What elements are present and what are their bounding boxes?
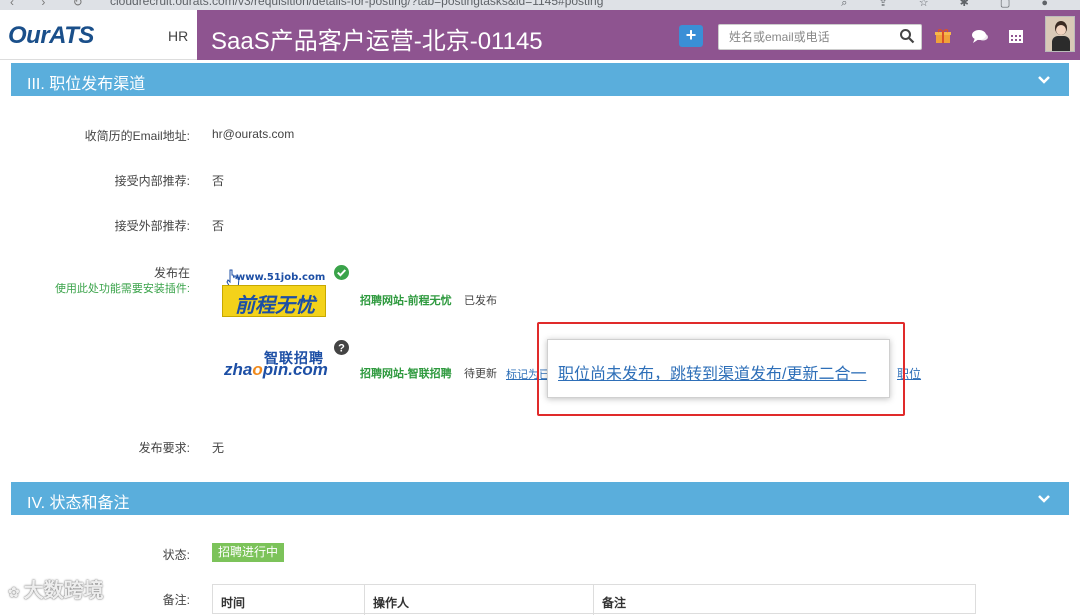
global-search [718,24,922,50]
calendar-icon[interactable] [1007,28,1025,44]
requirement-value: 无 [212,441,225,455]
plugin-required-note[interactable]: 使用此处功能需要安装插件: [55,280,190,296]
search-icon[interactable] [899,28,915,44]
gift-icon[interactable] [934,28,952,44]
check-circle-icon [334,265,349,280]
column-header-operator[interactable]: 操作人 [365,585,594,615]
channel-name-51job: 招聘网站-前程无忧 [360,295,452,307]
zhaopin-logo: 智联招聘 zhaopin.com [224,350,328,379]
channel-name-zhaopin: 招聘网站-智联招聘 [360,368,452,380]
requirement-label: 发布要求: [138,441,190,455]
chevron-down-icon[interactable] [1037,73,1051,87]
email-value: hr@ourats.com [212,127,295,141]
notes-label: 备注: [162,593,190,607]
search-input[interactable] [719,25,889,49]
browser-toolbar-icons[interactable]: ⌕ ⇪ ☆ ✱ ▢ ● [841,0,1062,10]
section-posting-channels-header[interactable]: III. 职位发布渠道 [11,63,1069,96]
external-referral-label: 接受外部推荐: [114,219,190,233]
section-title: IV. 状态和备注 [27,495,130,512]
question-circle-icon[interactable]: ? [334,340,349,355]
column-header-time[interactable]: 时间 [213,585,365,615]
status-label: 状态: [162,548,190,562]
publish-on-label: 发布在 [153,266,190,280]
channel-status-zhaopin: 待更新 [464,368,497,380]
channel-status-51job: 已发布 [464,295,497,307]
ourats-logo[interactable]: OurATS [8,22,94,50]
external-referral-value: 否 [212,219,225,233]
app-header: OurATS HR SaaS产品客户运营-北京-01145 + [0,10,1080,60]
watermark: ✿ 大数跨境 [8,580,104,602]
internal-referral-value: 否 [212,174,225,188]
51job-logo: www.51job.com 前程无忧 [222,268,326,318]
status-badge: 招聘进行中 [212,543,285,562]
browser-address-bar: ‹ › ↻ cloudrecruit.ourats.com/v3/requisi… [0,0,1080,10]
browser-url[interactable]: cloudrecruit.ourats.com/v3/requisition/d… [110,0,603,8]
email-label: 收简历的Email地址: [84,129,190,143]
section-status-notes-header[interactable]: IV. 状态和备注 [11,482,1069,515]
chat-icon[interactable] [971,28,989,44]
add-button[interactable]: + [679,25,703,47]
user-avatar[interactable] [1045,16,1075,52]
page-title: SaaS产品客户运营-北京-01145 [211,28,543,55]
highlight-frame [537,322,905,416]
svg-text:?: ? [338,343,345,355]
internal-referral-label: 接受内部推荐: [114,174,190,188]
browser-nav-icons[interactable]: ‹ › ↻ [10,0,95,9]
section-title: III. 职位发布渠道 [27,76,146,93]
title-bar: SaaS产品客户运营-北京-01145 + [197,10,1080,60]
column-header-notes[interactable]: 备注 [594,585,975,615]
notes-table: 时间 操作人 备注 [212,584,976,615]
role-label[interactable]: HR [168,28,188,44]
chevron-down-icon[interactable] [1037,492,1051,506]
